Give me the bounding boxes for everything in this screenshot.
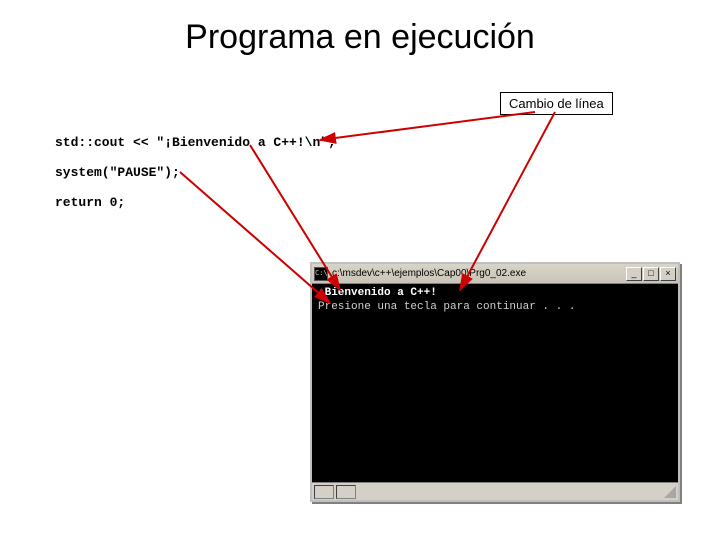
maximize-button[interactable]: □ [643,267,659,281]
resize-grip-icon[interactable] [664,486,676,498]
console-app-icon [314,267,328,281]
page-title: Programa en ejecución [0,18,720,57]
titlebar-buttons: _ □ × [625,267,678,281]
console-statusbar [312,482,678,500]
statusbar-cell [314,485,334,499]
statusbar-cell [336,485,356,499]
console-window: c:\msdev\c++\ejemplos\Cap00\Prg0_02.exe … [310,262,680,502]
close-button[interactable]: × [660,267,676,281]
console-titlebar: c:\msdev\c++\ejemplos\Cap00\Prg0_02.exe … [312,264,678,284]
console-output: ¡Bienvenido a C++! Presione una tecla pa… [312,284,678,316]
console-output-line-1: ¡Bienvenido a C++! [318,286,672,300]
minimize-button[interactable]: _ [626,267,642,281]
code-line-cout: std::cout << "¡Bienvenido a C++!\n"; [55,135,336,150]
callout-newline: Cambio de línea [500,92,613,115]
code-line-system: system("PAUSE"); [55,165,180,180]
console-output-line-2: Presione una tecla para continuar . . . [318,300,672,314]
code-line-return: return 0; [55,195,125,210]
console-title-text: c:\msdev\c++\ejemplos\Cap00\Prg0_02.exe [332,268,625,279]
